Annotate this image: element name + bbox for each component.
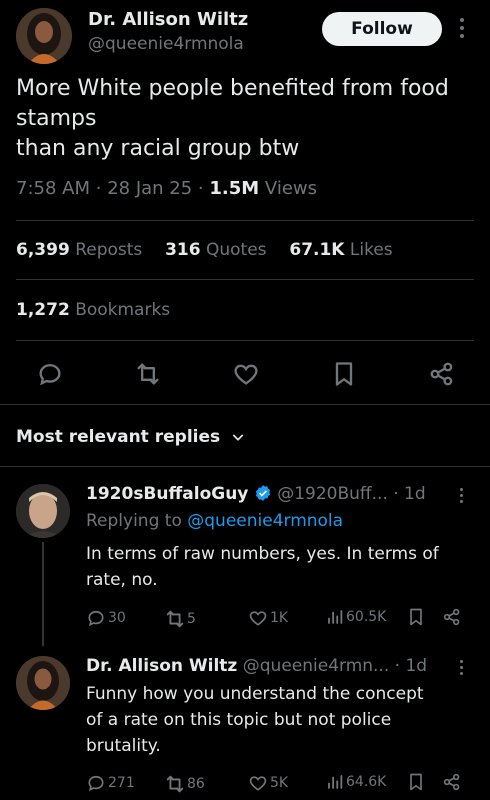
more-icon[interactable] <box>460 18 464 42</box>
quotes-stat[interactable]: 316 Quotes <box>165 240 266 260</box>
reply-views[interactable]: 60.5K <box>326 608 386 626</box>
author-name[interactable]: Dr. Allison Wiltz <box>88 9 248 30</box>
reposts-stat[interactable]: 6,399 Reposts <box>16 240 142 260</box>
reply-header: Dr. Allison Wiltz @queenie4rmn... · 1d <box>86 656 428 676</box>
divider <box>16 279 474 280</box>
post-time[interactable]: 7:58 AM <box>16 178 90 199</box>
post-date[interactable]: 28 Jan 25 <box>107 178 192 199</box>
share-icon[interactable] <box>442 772 462 792</box>
likes-count: 67.1K <box>289 240 345 260</box>
bookmarks-stat[interactable]: 1,272 Bookmarks <box>16 300 170 320</box>
reposts-label: Reposts <box>75 240 143 260</box>
reply-count: 271 <box>108 775 135 791</box>
post-text-line: than any racial group btw <box>16 136 300 161</box>
reply-author-handle[interactable]: @queenie4rmn... <box>243 656 390 676</box>
bookmarks-count: 1,272 <box>16 300 70 320</box>
avatar-image <box>16 8 72 64</box>
views-icon <box>328 775 343 789</box>
repost-count: 86 <box>187 776 205 792</box>
bookmarks-label: Bookmarks <box>75 300 171 320</box>
reply-text: In terms of raw numbers, yes. In terms o… <box>86 541 476 593</box>
reply-reply-button[interactable]: 30 <box>86 608 126 628</box>
share-icon[interactable] <box>442 607 462 627</box>
reply-icon[interactable] <box>36 360 64 388</box>
thread-line <box>42 542 44 646</box>
reply-avatar[interactable] <box>16 484 70 538</box>
reply-text-line: In terms of raw numbers, yes. In terms o… <box>86 544 439 564</box>
reply-text-line: rate, no. <box>86 570 158 590</box>
replies-sort-dropdown[interactable]: Most relevant replies <box>16 427 246 447</box>
author-avatar[interactable] <box>16 8 72 64</box>
post-text-line: stamps <box>16 106 97 131</box>
quotes-label: Quotes <box>206 240 267 260</box>
more-icon[interactable] <box>460 488 464 507</box>
replying-to: Replying to @queenie4rmnola <box>86 511 343 531</box>
repost-icon <box>166 775 184 793</box>
reply-text-line: brutality. <box>86 736 161 756</box>
reply-author-name[interactable]: 1920sBuffaloGuy <box>86 484 248 504</box>
reply-count: 30 <box>108 610 126 626</box>
divider <box>16 340 474 341</box>
reply-like-button[interactable]: 5K <box>248 773 288 793</box>
reply-views[interactable]: 64.6K <box>326 773 386 791</box>
reply-repost-button[interactable]: 5 <box>164 608 196 630</box>
post-text-line: More White people benefited from food <box>16 76 449 101</box>
repost-count: 5 <box>187 611 196 627</box>
reply-like-button[interactable]: 1K <box>248 608 288 628</box>
views-count: 64.6K <box>346 774 387 790</box>
reply-avatar[interactable] <box>16 656 70 710</box>
reply-text-line: of a rate on this topic but not police <box>86 710 392 730</box>
post-stats: 6,399 Reposts 316 Quotes 67.1K Likes <box>16 240 393 260</box>
reply-repost-button[interactable]: 86 <box>164 773 205 795</box>
replying-to-handle[interactable]: @queenie4rmnola <box>187 511 343 531</box>
like-count: 5K <box>270 775 289 791</box>
reply-icon <box>88 775 104 792</box>
like-count: 1K <box>270 610 289 626</box>
avatar-image <box>16 656 70 710</box>
more-icon[interactable] <box>460 660 464 679</box>
like-icon[interactable] <box>232 360 260 388</box>
reply-author-name[interactable]: Dr. Allison Wiltz <box>86 656 237 676</box>
divider <box>0 404 490 405</box>
share-icon[interactable] <box>428 360 456 388</box>
follow-button[interactable]: Follow <box>322 12 442 46</box>
reply-time[interactable]: 1d <box>404 484 426 504</box>
verified-badge-icon <box>254 484 272 502</box>
repost-icon <box>166 610 184 628</box>
bookmark-icon[interactable] <box>406 772 426 792</box>
bookmark-icon[interactable] <box>330 360 358 388</box>
reply-icon <box>88 610 104 627</box>
chevron-down-icon <box>230 429 246 445</box>
like-icon <box>249 611 267 626</box>
divider <box>16 220 474 221</box>
avatar-image <box>16 484 70 538</box>
post-text: More White people benefited from food st… <box>16 74 476 164</box>
repost-icon[interactable] <box>134 360 162 388</box>
divider <box>0 466 490 467</box>
bookmark-icon[interactable] <box>406 607 426 627</box>
like-icon <box>249 776 267 791</box>
views-label: Views <box>264 178 318 199</box>
reply-author-handle[interactable]: @1920Buff... <box>277 484 388 504</box>
reply-text: Funny how you understand the concept of … <box>86 681 476 759</box>
reply-header: 1920sBuffaloGuy @1920Buff... · 1d <box>86 484 426 504</box>
reply-reply-button[interactable]: 271 <box>86 773 135 793</box>
reposts-count: 6,399 <box>16 240 70 260</box>
views-count: 60.5K <box>346 609 387 625</box>
views-count: 1.5M <box>209 178 260 199</box>
author-handle[interactable]: @queenie4rmnola <box>88 34 244 54</box>
views-icon <box>328 610 343 624</box>
post-meta: 7:58 AM · 28 Jan 25 · 1.5M Views <box>16 178 318 199</box>
likes-label: Likes <box>349 240 393 260</box>
replies-sort-label: Most relevant replies <box>16 427 221 447</box>
replying-to-prefix: Replying to <box>86 511 182 531</box>
likes-stat[interactable]: 67.1K Likes <box>289 240 392 260</box>
quotes-count: 316 <box>165 240 201 260</box>
reply-time[interactable]: 1d <box>405 656 427 676</box>
reply-text-line: Funny how you understand the concept <box>86 684 424 704</box>
